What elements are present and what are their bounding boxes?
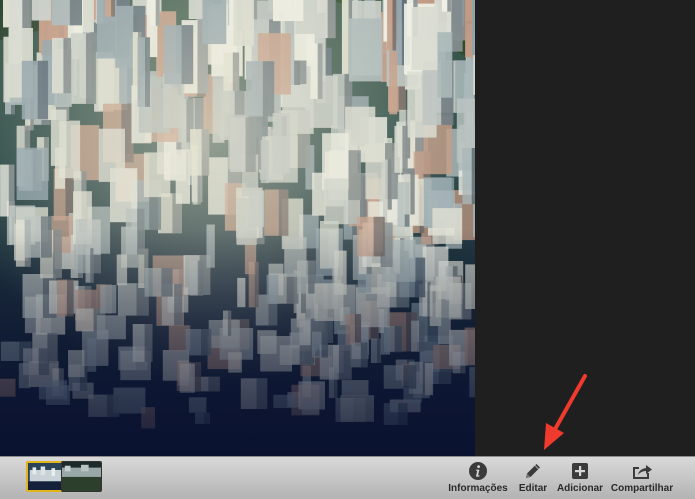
info-button[interactable]: Informações [447,460,509,494]
info-icon [467,460,489,482]
share-button-label: Compartilhar [610,483,674,494]
city-aerial-photo [0,0,475,456]
info-button-label: Informações [448,483,508,494]
share-icon [631,460,653,482]
edit-button[interactable]: Editar [515,460,551,494]
photo-viewer [0,0,695,456]
edit-button-label: Editar [518,483,548,494]
thumbnail-second-photo[interactable] [61,461,102,492]
red-annotation-arrow [544,374,587,450]
add-button-label: Adicionar [556,483,604,494]
share-button[interactable]: Compartilhar [609,460,675,494]
bottom-toolbar: Informações Editar Adicionar Compartilha… [0,456,695,499]
add-button[interactable]: Adicionar [556,460,604,494]
pencil-icon [522,460,544,482]
plus-box-icon [569,460,591,482]
